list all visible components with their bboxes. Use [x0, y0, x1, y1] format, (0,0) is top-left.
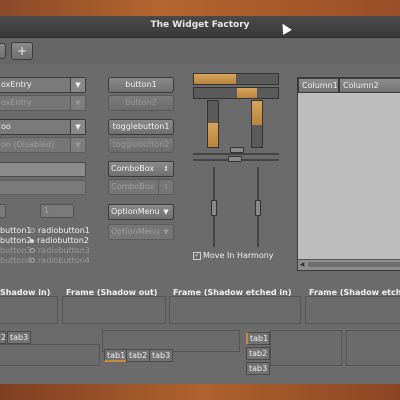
- radiobutton-1[interactable]: radiobutton1: [30, 226, 90, 235]
- optionmenu-button[interactable]: OptionMenu ▼: [108, 204, 174, 220]
- notebook-c-page: [270, 330, 342, 366]
- progress-bar-vertical-2: [251, 100, 263, 148]
- chevron-down-icon: ▼: [163, 208, 169, 216]
- radiobutton-2[interactable]: radiobutton2: [30, 236, 89, 245]
- progress-fill: [194, 74, 236, 84]
- button1[interactable]: button1: [108, 77, 174, 93]
- chevron-down-icon: ▼: [70, 138, 85, 152]
- combo-box-disabled-text: oo (Disabled): [1, 140, 55, 149]
- frame-shadow-etched-out: [305, 296, 400, 324]
- tree-view[interactable]: Column1 Column2 ◀: [297, 77, 400, 271]
- combobox-button[interactable]: ComboBox ⇕: [108, 161, 174, 177]
- combobox-label: ComboBox: [111, 164, 155, 173]
- frame-shadow-in: [0, 296, 58, 324]
- radio-left-4: button4: [0, 256, 31, 265]
- spin-button[interactable]: 1: [40, 204, 74, 218]
- text-entry-disabled: [0, 180, 86, 195]
- button2: button2: [108, 95, 174, 111]
- radio-left-2[interactable]: button2: [0, 236, 31, 245]
- radiobutton-3-label: radiobutton3: [38, 246, 90, 255]
- togglebutton2: togglebutton2: [108, 137, 174, 153]
- radio-left-1-label: button1: [0, 226, 32, 235]
- column-header-2[interactable]: Column2: [339, 78, 400, 93]
- tab-a-2[interactable]: 2: [0, 331, 6, 344]
- chevron-down-icon: ▼: [163, 228, 169, 236]
- horizontal-scrollbar[interactable]: ◀: [298, 259, 400, 270]
- tab-b-3[interactable]: tab3: [149, 349, 174, 362]
- column-header-1[interactable]: Column1: [298, 78, 339, 93]
- radiobutton-4-label: radiobutton4: [38, 256, 90, 265]
- radio-empty-icon: [30, 248, 35, 253]
- combo-box-entry-disabled: oxEntry ▼: [0, 95, 86, 111]
- checkbox-checked-icon: ✓: [193, 251, 201, 260]
- toolbar: +: [0, 38, 400, 64]
- combo-box[interactable]: oo ▼: [0, 119, 86, 135]
- scale-thumb-vertical-1[interactable]: [211, 200, 217, 216]
- spin-button-left[interactable]: [0, 204, 6, 218]
- combo-box-disabled: oo (Disabled) ▼: [0, 137, 86, 153]
- tab-a-3[interactable]: tab3: [7, 331, 32, 344]
- combo-box-entry[interactable]: oxEntry ▼: [0, 77, 86, 93]
- widget-factory-window: The Widget Factory + oxEntry ▼ oxEntry ▼…: [0, 16, 400, 384]
- tab-c-3[interactable]: tab3: [246, 362, 270, 375]
- optionmenu-disabled-label: OptionMenu: [111, 227, 160, 236]
- progress-bar-horizontal-2: [193, 87, 279, 99]
- move-in-harmony-label: Move In Harmony: [203, 251, 274, 260]
- desktop-background-bottom: [0, 384, 400, 400]
- tab-c-2[interactable]: tab2: [246, 347, 270, 360]
- notebook-d-page: [346, 330, 400, 366]
- radio-selected-icon: [30, 238, 34, 243]
- radio-left-4-label: button4: [0, 256, 32, 265]
- progress-fill: [208, 123, 218, 147]
- scale-thumb-horizontal-2[interactable]: [228, 156, 242, 162]
- tab-c-1[interactable]: tab1: [246, 332, 270, 345]
- combobox-disabled-label: ComboBox: [111, 182, 155, 191]
- radiobutton-3: radiobutton3: [30, 246, 90, 255]
- combobox-button-disabled: ComboBox ⇕: [108, 179, 174, 195]
- add-button[interactable]: +: [11, 42, 33, 60]
- frame-shadow-out: [62, 296, 166, 324]
- radio-empty-icon: [30, 258, 35, 263]
- progress-bar-vertical-1: [207, 100, 219, 148]
- radiobutton-1-label: radiobutton1: [38, 226, 90, 235]
- combo-box-text: oo: [1, 122, 11, 131]
- radiobutton-4: radiobutton4: [30, 256, 90, 265]
- scale-thumb-vertical-2[interactable]: [255, 200, 261, 216]
- chevron-down-icon[interactable]: ▼: [70, 78, 85, 92]
- togglebutton1[interactable]: togglebutton1: [108, 119, 174, 135]
- tab-b-1[interactable]: tab1: [104, 349, 129, 362]
- title-bar[interactable]: The Widget Factory: [0, 16, 400, 38]
- optionmenu-label: OptionMenu: [111, 207, 160, 216]
- tab-b-2[interactable]: tab2: [126, 349, 151, 362]
- optionmenu-button-disabled: OptionMenu ▼: [108, 224, 174, 240]
- chevron-updown-icon: ⇕: [163, 165, 169, 173]
- radiobutton-2-label: radiobutton2: [37, 236, 89, 245]
- scale-thumb-horizontal-1[interactable]: [230, 147, 244, 153]
- frame-shadow-etched-in: [169, 296, 301, 324]
- radio-empty-icon: [30, 228, 35, 233]
- progress-fill: [237, 88, 257, 98]
- progress-bar-horizontal-1: [193, 73, 279, 85]
- chevron-down-icon: ▼: [70, 96, 85, 110]
- chevron-updown-icon: ⇕: [158, 180, 173, 194]
- window-title: The Widget Factory: [150, 20, 250, 30]
- combo-box-entry-text: oxEntry: [1, 80, 32, 89]
- text-entry[interactable]: [0, 162, 86, 177]
- radio-left-2-label: button2: [0, 236, 32, 245]
- spin-value: 1: [44, 206, 50, 215]
- radio-left-1[interactable]: button1: [0, 226, 31, 235]
- scroll-left-icon[interactable]: ◀: [298, 261, 306, 268]
- notebook-a-page: [0, 344, 100, 366]
- desktop-background-top: [0, 0, 400, 16]
- move-in-harmony-checkbox[interactable]: ✓ Move In Harmony: [193, 251, 274, 260]
- scale-track-horizontal-1: [193, 153, 279, 155]
- chevron-down-icon[interactable]: ▼: [70, 120, 85, 134]
- progress-fill: [252, 101, 262, 125]
- radio-left-3-label: button3: [0, 246, 32, 255]
- scrollbar-thumb[interactable]: [308, 262, 400, 267]
- toolbar-button-left[interactable]: [0, 43, 6, 59]
- radio-left-3: button3: [0, 246, 31, 255]
- combo-box-entry-disabled-text: oxEntry: [1, 98, 32, 107]
